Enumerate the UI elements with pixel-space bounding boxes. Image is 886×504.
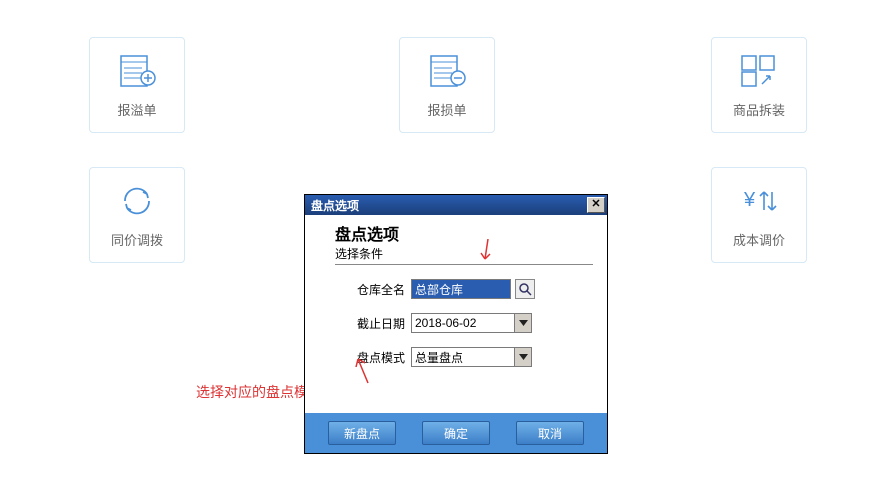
card-chengben[interactable]: ¥ 成本调价 [711,167,807,263]
card-baoyi[interactable]: 报溢单 [89,37,185,133]
arrow-up-icon [350,355,378,385]
date-label: 截止日期 [345,315,405,332]
card-tongjia[interactable]: 同价调拨 [89,167,185,263]
warehouse-input[interactable] [411,279,511,299]
chevron-down-icon[interactable] [515,347,532,367]
dialog-heading: 盘点选项 [335,221,595,245]
ok-button[interactable]: 确定 [422,421,490,445]
search-icon[interactable] [515,279,535,299]
warehouse-label: 仓库全名 [345,281,405,298]
mode-select[interactable] [411,347,515,367]
chevron-down-icon[interactable] [515,313,532,333]
card-baosun[interactable]: 报损单 [399,37,495,133]
close-icon[interactable]: ✕ [587,197,605,213]
card-label: 报损单 [427,100,466,119]
dialog-subheading: 选择条件 [335,245,593,265]
card-label: 同价调拨 [111,230,163,249]
price-adjust-icon: ¥ [740,182,778,220]
new-inventory-button[interactable]: 新盘点 [328,421,396,445]
date-input[interactable] [411,313,515,333]
inventory-options-dialog: 盘点选项 ✕ 盘点选项 选择条件 仓库全名 截止日期 盘点模式 [304,194,608,454]
card-chaizhuang[interactable]: 商品拆装 [711,37,807,133]
arrow-down-icon [478,239,498,267]
dialog-titlebar: 盘点选项 ✕ [305,195,607,215]
dialog-button-bar: 新盘点 确定 取消 [305,413,607,453]
card-label: 成本调价 [733,230,785,249]
dialog-title: 盘点选项 [311,197,359,214]
card-label: 商品拆装 [733,100,785,119]
refresh-icon [118,182,156,220]
notepad-minus-icon [428,52,466,90]
split-box-icon [740,52,778,90]
cancel-button[interactable]: 取消 [516,421,584,445]
svg-text:¥: ¥ [743,189,756,211]
card-label: 报溢单 [117,100,156,119]
notepad-plus-icon [118,52,156,90]
